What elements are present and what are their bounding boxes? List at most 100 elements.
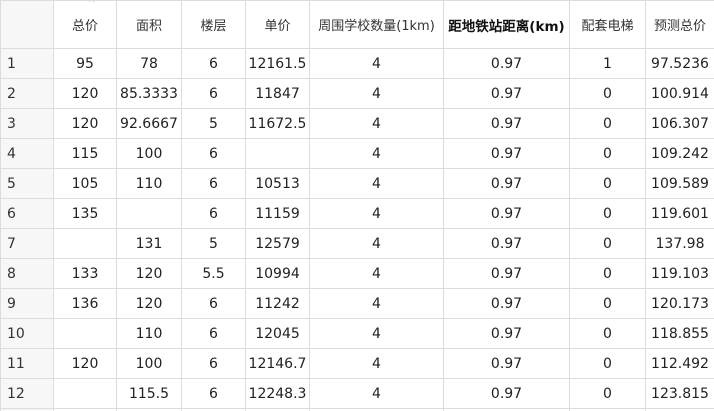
floor-cell[interactable]: 6: [181, 348, 246, 379]
area-cell[interactable]: [116, 198, 182, 229]
floor-cell[interactable]: 6: [181, 78, 246, 109]
index-cell[interactable]: 9: [0, 288, 54, 319]
metro-distance-cell[interactable]: 0.97: [443, 78, 570, 109]
index-cell[interactable]: 1: [0, 48, 54, 79]
area-cell[interactable]: 85.3333: [116, 78, 182, 109]
metro-distance-cell[interactable]: 0.97: [443, 228, 570, 259]
header-unit-price[interactable]: 单价: [245, 0, 310, 49]
school-count-cell[interactable]: 4: [309, 318, 444, 349]
header-school-count[interactable]: 周围学校数量(1km): [309, 0, 444, 49]
school-count-cell[interactable]: 4: [309, 378, 444, 409]
metro-distance-cell[interactable]: 0.97: [443, 198, 570, 229]
school-count-cell[interactable]: 4: [309, 288, 444, 319]
floor-cell[interactable]: 6: [181, 378, 246, 409]
predicted-price-cell[interactable]: 97.5236: [645, 48, 714, 79]
unit-price-cell[interactable]: 11159: [245, 198, 310, 229]
area-cell[interactable]: 100: [116, 348, 182, 379]
metro-distance-cell[interactable]: 0.97: [443, 138, 570, 169]
elevator-cell[interactable]: 0: [569, 108, 646, 139]
elevator-cell[interactable]: 0: [569, 348, 646, 379]
metro-distance-cell[interactable]: 0.97: [443, 258, 570, 289]
floor-cell[interactable]: 6: [181, 198, 246, 229]
elevator-cell[interactable]: 0: [569, 138, 646, 169]
area-cell[interactable]: 115.5: [116, 378, 182, 409]
elevator-cell[interactable]: 0: [569, 318, 646, 349]
unit-price-cell[interactable]: 11242: [245, 288, 310, 319]
total-price-cell[interactable]: [53, 378, 117, 409]
predicted-price-cell[interactable]: 100.914: [645, 78, 714, 109]
total-price-cell[interactable]: 115: [53, 138, 117, 169]
elevator-cell[interactable]: 0: [569, 378, 646, 409]
predicted-price-cell[interactable]: 109.589: [645, 168, 714, 199]
total-price-cell[interactable]: 120: [53, 108, 117, 139]
predicted-price-cell[interactable]: 123.815: [645, 378, 714, 409]
predicted-price-cell[interactable]: 119.103: [645, 258, 714, 289]
unit-price-cell[interactable]: 12045: [245, 318, 310, 349]
school-count-cell[interactable]: 4: [309, 198, 444, 229]
floor-cell[interactable]: 6: [181, 168, 246, 199]
school-count-cell[interactable]: 4: [309, 138, 444, 169]
unit-price-cell[interactable]: 12248.3: [245, 378, 310, 409]
elevator-cell[interactable]: 0: [569, 168, 646, 199]
school-count-cell[interactable]: 4: [309, 228, 444, 259]
elevator-cell[interactable]: 0: [569, 258, 646, 289]
total-price-cell[interactable]: 120: [53, 348, 117, 379]
floor-cell[interactable]: 6: [181, 48, 246, 79]
unit-price-cell[interactable]: [245, 138, 310, 169]
floor-cell[interactable]: 6: [181, 138, 246, 169]
elevator-cell[interactable]: 0: [569, 78, 646, 109]
unit-price-cell[interactable]: 12161.5: [245, 48, 310, 79]
area-cell[interactable]: 110: [116, 168, 182, 199]
floor-cell[interactable]: 6: [181, 288, 246, 319]
predicted-price-cell[interactable]: 118.855: [645, 318, 714, 349]
floor-cell[interactable]: 5: [181, 228, 246, 259]
unit-price-cell[interactable]: 11672.5: [245, 108, 310, 139]
header-area[interactable]: 面积: [116, 0, 182, 49]
unit-price-cell[interactable]: 10994: [245, 258, 310, 289]
floor-cell[interactable]: 5.5: [181, 258, 246, 289]
total-price-cell[interactable]: 136: [53, 288, 117, 319]
school-count-cell[interactable]: 4: [309, 108, 444, 139]
unit-price-cell[interactable]: 11847: [245, 78, 310, 109]
total-price-cell[interactable]: 120: [53, 78, 117, 109]
unit-price-cell[interactable]: 12579: [245, 228, 310, 259]
school-count-cell[interactable]: 4: [309, 258, 444, 289]
index-cell[interactable]: 12: [0, 378, 54, 409]
metro-distance-cell[interactable]: 0.97: [443, 108, 570, 139]
total-price-cell[interactable]: [53, 318, 117, 349]
area-cell[interactable]: 92.6667: [116, 108, 182, 139]
header-total-price[interactable]: ^ 总价: [53, 0, 117, 49]
header-elevator[interactable]: 配套电梯: [569, 0, 646, 49]
total-price-cell[interactable]: 135: [53, 198, 117, 229]
predicted-price-cell[interactable]: 106.307: [645, 108, 714, 139]
index-cell[interactable]: 2: [0, 78, 54, 109]
header-predicted-price[interactable]: 预测总价: [645, 0, 714, 49]
predicted-price-cell[interactable]: 120.173: [645, 288, 714, 319]
header-metro-distance[interactable]: 距地铁站距离(km): [443, 0, 570, 49]
school-count-cell[interactable]: 4: [309, 348, 444, 379]
unit-price-cell[interactable]: 10513: [245, 168, 310, 199]
total-price-cell[interactable]: 105: [53, 168, 117, 199]
metro-distance-cell[interactable]: 0.97: [443, 348, 570, 379]
metro-distance-cell[interactable]: 0.97: [443, 288, 570, 319]
index-cell[interactable]: 8: [0, 258, 54, 289]
school-count-cell[interactable]: 4: [309, 168, 444, 199]
header-floor[interactable]: 楼层: [181, 0, 246, 49]
total-price-cell[interactable]: 133: [53, 258, 117, 289]
area-cell[interactable]: 120: [116, 258, 182, 289]
predicted-price-cell[interactable]: 112.492: [645, 348, 714, 379]
index-cell[interactable]: 10: [0, 318, 54, 349]
area-cell[interactable]: 100: [116, 138, 182, 169]
elevator-cell[interactable]: 0: [569, 228, 646, 259]
floor-cell[interactable]: 5: [181, 108, 246, 139]
unit-price-cell[interactable]: 12146.7: [245, 348, 310, 379]
area-cell[interactable]: 78: [116, 48, 182, 79]
floor-cell[interactable]: 6: [181, 318, 246, 349]
index-cell[interactable]: 7: [0, 228, 54, 259]
index-cell[interactable]: 4: [0, 138, 54, 169]
area-cell[interactable]: 131: [116, 228, 182, 259]
metro-distance-cell[interactable]: 0.97: [443, 168, 570, 199]
total-price-cell[interactable]: [53, 228, 117, 259]
index-cell[interactable]: 6: [0, 198, 54, 229]
school-count-cell[interactable]: 4: [309, 78, 444, 109]
